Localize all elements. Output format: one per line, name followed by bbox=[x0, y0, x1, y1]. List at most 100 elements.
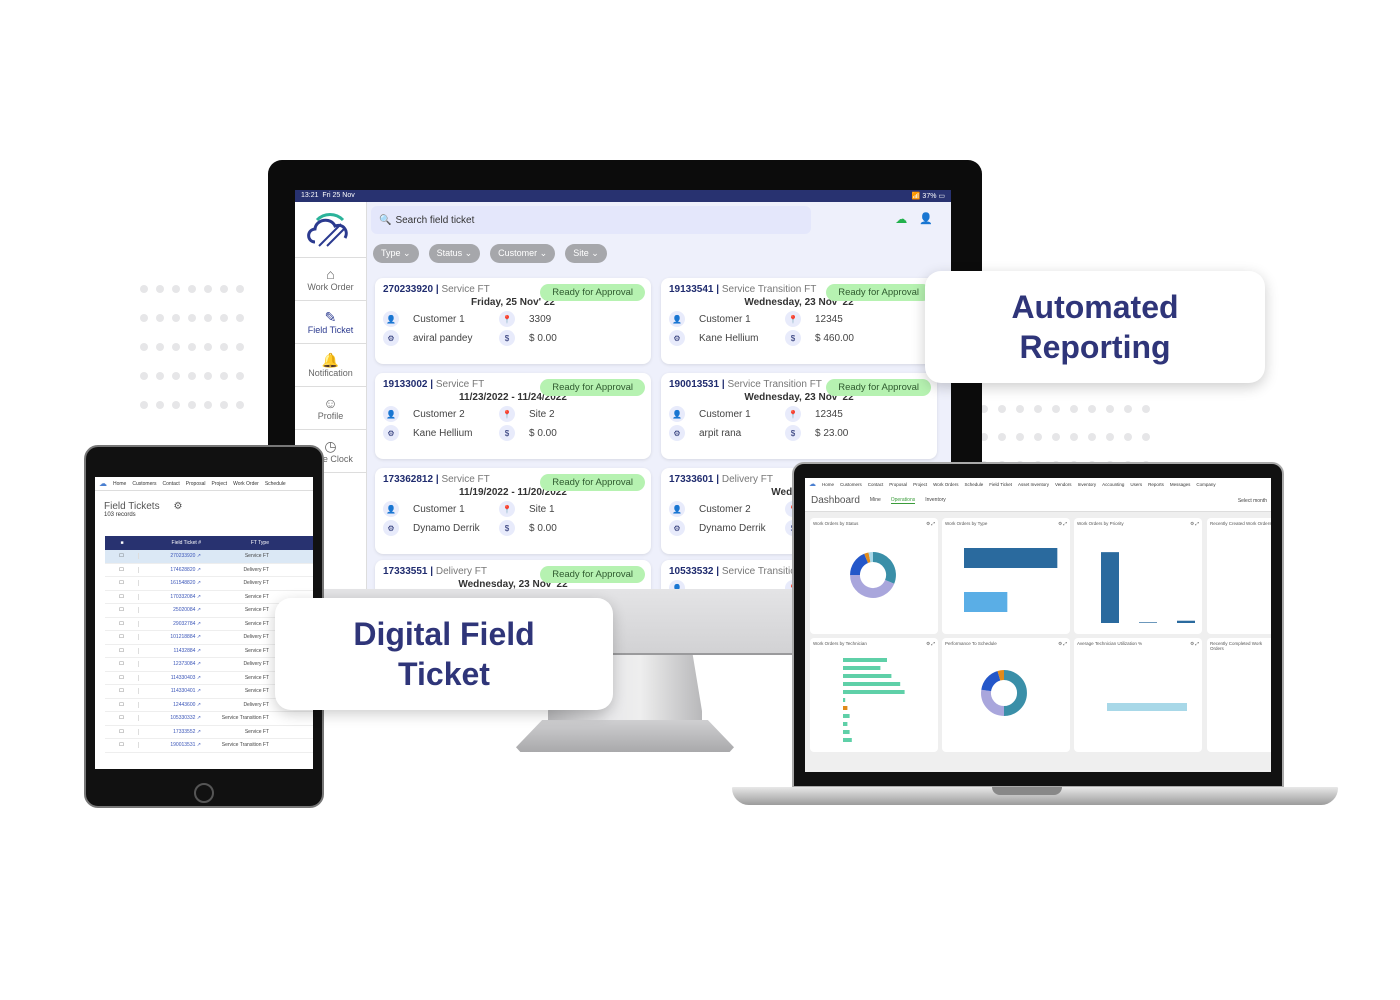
external-link-icon[interactable]: ↗ bbox=[197, 742, 201, 748]
sidebar-item-notification[interactable]: 🔔 Notification bbox=[295, 344, 366, 387]
row-checkbox[interactable]: ☐ bbox=[105, 742, 139, 749]
table-row[interactable]: ☐ 270233920 ↗ Service FT bbox=[105, 550, 313, 564]
nav-customers[interactable]: Customers bbox=[132, 481, 156, 487]
nav-home[interactable]: Home bbox=[113, 481, 126, 487]
field-ticket-link[interactable]: 29032784 bbox=[173, 621, 195, 627]
ticket-type: Service FT bbox=[441, 284, 490, 295]
external-link-icon[interactable]: ↗ bbox=[197, 607, 201, 613]
filter-customer[interactable]: Customer ⌄ bbox=[490, 244, 556, 263]
nav-proposal[interactable]: Proposal bbox=[186, 481, 206, 487]
table-row[interactable]: ☐ 174628820 ↗ Delivery FT bbox=[105, 564, 313, 577]
external-link-icon[interactable]: ↗ bbox=[197, 580, 201, 586]
field-ticket-link[interactable]: 101218884 bbox=[170, 634, 195, 640]
nav-work-order[interactable]: Work Order bbox=[233, 481, 259, 487]
filter-status[interactable]: Status ⌄ bbox=[428, 244, 481, 263]
gear-icon: ⚙ bbox=[383, 425, 399, 441]
nav-schedule[interactable]: Schedule bbox=[265, 481, 286, 487]
table-row[interactable]: ☐ 17333552 ↗ Service FT bbox=[105, 726, 313, 739]
external-link-icon[interactable]: ↗ bbox=[197, 553, 201, 559]
field-ticket-link[interactable]: 114330403 bbox=[171, 675, 196, 681]
search-input[interactable]: 🔍 Search field ticket bbox=[371, 206, 811, 234]
external-link-icon[interactable]: ↗ bbox=[197, 661, 201, 667]
sidebar-item-field-ticket[interactable]: ✎ Field Ticket bbox=[295, 301, 366, 344]
site-name: Site 2 bbox=[529, 408, 555, 420]
ft-type: Delivery FT bbox=[243, 661, 269, 668]
bar bbox=[843, 738, 852, 742]
field-ticket-link[interactable]: 270233920 bbox=[170, 553, 195, 559]
row-checkbox[interactable]: ☐ bbox=[105, 688, 139, 695]
table-row[interactable]: ☐ 105330332 ↗ Service Transition FT bbox=[105, 712, 313, 726]
row-checkbox[interactable]: ☐ bbox=[105, 661, 139, 668]
home-button[interactable] bbox=[194, 783, 214, 803]
ticket-type: Service FT bbox=[435, 379, 485, 390]
column-field-ticket[interactable]: Field Ticket # bbox=[139, 540, 205, 546]
cloud-sync-icon[interactable]: ☁ bbox=[895, 212, 907, 226]
ticket-card[interactable]: 19133541 | Service Transition FT Ready fo… bbox=[661, 278, 937, 364]
settings-icon[interactable]: ⚙ bbox=[173, 501, 182, 512]
field-ticket-link[interactable]: 12373084 bbox=[173, 661, 195, 667]
ft-type: Delivery FT bbox=[243, 580, 269, 587]
row-checkbox[interactable]: ☐ bbox=[105, 715, 139, 722]
external-link-icon[interactable]: ↗ bbox=[197, 621, 201, 627]
row-checkbox[interactable]: ☐ bbox=[105, 634, 139, 641]
row-checkbox[interactable]: ☐ bbox=[105, 674, 139, 681]
field-ticket-link[interactable]: 174628820 bbox=[170, 567, 195, 573]
row-checkbox[interactable]: ☐ bbox=[105, 593, 139, 600]
location-icon: 📍 bbox=[499, 501, 515, 517]
ft-type: Service FT bbox=[244, 607, 269, 614]
row-checkbox[interactable]: ☐ bbox=[105, 647, 139, 654]
column-ft-type[interactable]: FT Type bbox=[205, 540, 269, 546]
row-checkbox[interactable]: ☐ bbox=[105, 728, 139, 735]
row-checkbox[interactable]: ☐ bbox=[105, 607, 139, 614]
ft-type: Service FT bbox=[244, 728, 269, 735]
pie-slice bbox=[850, 553, 869, 576]
field-ticket-link[interactable]: 17333552 bbox=[173, 729, 195, 735]
external-link-icon[interactable]: ↗ bbox=[197, 567, 201, 573]
ticket-card[interactable]: 190013531 | Service Transition FT Ready f… bbox=[661, 373, 937, 459]
ticket-card[interactable]: 19133002 | Service FT Ready for Approval 1… bbox=[375, 373, 651, 459]
ticket-card[interactable]: 17333551 | Delivery FT Ready for Approval… bbox=[375, 560, 651, 590]
filter-type[interactable]: Type ⌄ bbox=[373, 244, 419, 263]
filter-site[interactable]: Site ⌄ bbox=[565, 244, 607, 263]
select-all-checkbox[interactable]: ■ bbox=[105, 540, 139, 546]
table-row[interactable]: ☐ 190013531 ↗ Service Transition FT bbox=[105, 739, 313, 753]
external-link-icon[interactable]: ↗ bbox=[197, 675, 201, 681]
field-ticket-link[interactable]: 161548820 bbox=[170, 580, 195, 586]
field-ticket-link[interactable]: 12443600 bbox=[173, 702, 195, 708]
field-ticket-link[interactable]: 105330332 bbox=[170, 715, 195, 721]
customer-name: Customer 1 bbox=[413, 313, 465, 325]
external-link-icon[interactable]: ↗ bbox=[197, 594, 201, 600]
row-checkbox[interactable]: ☐ bbox=[105, 701, 139, 708]
field-ticket-link[interactable]: 114330401 bbox=[171, 688, 196, 694]
field-ticket-link[interactable]: 11432884 bbox=[174, 648, 196, 654]
bar bbox=[843, 722, 848, 726]
chevron-down-icon: ⌄ bbox=[588, 248, 599, 258]
ft-type: Service Transition FT bbox=[221, 742, 269, 749]
external-link-icon[interactable]: ↗ bbox=[197, 648, 201, 654]
site-name: 12345 bbox=[815, 408, 843, 420]
row-checkbox[interactable]: ☐ bbox=[105, 566, 139, 573]
field-ticket-link[interactable]: 190013531 bbox=[170, 742, 195, 748]
bar bbox=[843, 698, 846, 702]
ft-type: Service Transition FT bbox=[221, 715, 269, 722]
row-checkbox[interactable]: ☐ bbox=[105, 620, 139, 627]
sidebar-item-work-order[interactable]: ⌂ Work Order bbox=[295, 258, 366, 301]
sidebar-item-label: Profile bbox=[317, 411, 344, 421]
row-checkbox[interactable]: ☐ bbox=[105, 580, 139, 587]
external-link-icon[interactable]: ↗ bbox=[197, 688, 201, 694]
external-link-icon[interactable]: ↗ bbox=[197, 729, 201, 735]
external-link-icon[interactable]: ↗ bbox=[197, 702, 201, 708]
ticket-card[interactable]: 173362812 | Service FT Ready for Approval… bbox=[375, 468, 651, 554]
row-checkbox[interactable]: ☐ bbox=[105, 553, 139, 560]
field-ticket-link[interactable]: 25020084 bbox=[173, 607, 195, 613]
external-link-icon[interactable]: ↗ bbox=[197, 634, 201, 640]
field-ticket-link[interactable]: 170332084 bbox=[170, 594, 195, 600]
user-icon[interactable]: 👤 bbox=[919, 212, 933, 226]
ticket-card[interactable]: 270233920 | Service FT Ready for Approval… bbox=[375, 278, 651, 364]
external-link-icon[interactable]: ↗ bbox=[197, 715, 201, 721]
sidebar-item-profile[interactable]: ☺ Profile bbox=[295, 387, 366, 430]
nav-contact[interactable]: Contact bbox=[163, 481, 180, 487]
nav-project[interactable]: Project bbox=[212, 481, 228, 487]
decorative-dots-right bbox=[980, 405, 1160, 469]
table-row[interactable]: ☐ 161548820 ↗ Delivery FT bbox=[105, 577, 313, 591]
